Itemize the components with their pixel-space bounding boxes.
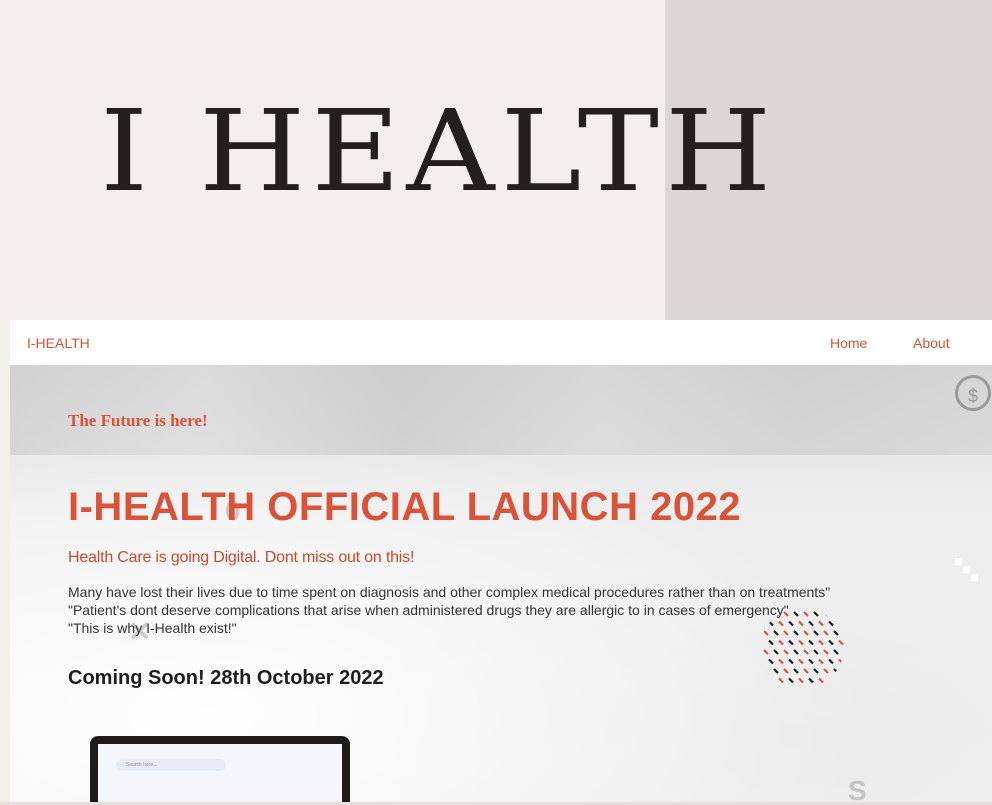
pattern-dash (768, 639, 774, 646)
pattern-dash (808, 620, 814, 627)
pattern-dash (803, 611, 809, 617)
website-preview: I-HEALTH Home About $ 0 ✕ S The Future i… (10, 320, 992, 802)
pattern-dash (818, 658, 824, 665)
laptop-mockup-image: Search here... (90, 736, 350, 802)
pattern-dash (833, 649, 839, 655)
hero-subhead: Health Care is going Digital. Dont miss … (68, 549, 415, 566)
decorative-squares-icon (955, 558, 978, 581)
pattern-dash (773, 630, 779, 636)
navbar: I-HEALTH Home About (10, 320, 992, 365)
pattern-dash (768, 620, 774, 627)
hero-body-line: "Patient's dont deserve complications th… (68, 602, 789, 618)
pattern-dash (768, 658, 774, 665)
pattern-dash (833, 668, 839, 674)
pattern-dash (803, 668, 809, 674)
decorative-dash-pattern (763, 611, 844, 684)
nav-home-link[interactable]: Home (830, 335, 867, 351)
pattern-dash (833, 630, 839, 636)
pattern-dash (808, 677, 814, 684)
pattern-dash (783, 630, 789, 636)
laptop-search-bar: Search here... (116, 759, 226, 771)
hero-body-line: Many have lost their lives due to time s… (68, 584, 831, 600)
pattern-dash (793, 611, 799, 617)
decorative-s-icon: S (848, 775, 867, 802)
pattern-dash (773, 649, 779, 655)
pattern-dash (773, 668, 779, 674)
pattern-dash (783, 649, 789, 655)
pattern-dash (838, 658, 844, 665)
pattern-dash (783, 611, 789, 617)
pattern-dash (818, 639, 824, 646)
pattern-dash (838, 639, 844, 646)
pattern-dash (833, 611, 839, 617)
nav-brand[interactable]: I-HEALTH (27, 335, 90, 351)
pattern-dash (828, 620, 834, 627)
pattern-dash (763, 649, 769, 655)
hero-body: Many have lost their lives due to time s… (68, 583, 830, 637)
hero-body-line: "This is why I-Health exist!" (68, 620, 237, 636)
pattern-dash (808, 658, 814, 665)
pattern-dash (778, 677, 784, 684)
pattern-dash (808, 639, 814, 646)
pattern-dash (798, 620, 804, 627)
pattern-dash (798, 677, 804, 684)
hero-section: $ 0 ✕ S The Future is here! I-HEALTH OFF… (10, 365, 992, 802)
pattern-dash (788, 658, 794, 665)
pattern-dash (778, 620, 784, 627)
pattern-dash (823, 668, 829, 674)
pattern-dash (813, 611, 819, 617)
logo-wordmark: I HEALTH (100, 85, 778, 217)
pattern-dash (793, 668, 799, 674)
pattern-dash (793, 630, 799, 636)
pattern-dash (793, 649, 799, 655)
laptop-screen: Search here... (98, 744, 342, 802)
pattern-dash (788, 620, 794, 627)
hero-tagline: The Future is here! (68, 411, 208, 430)
nav-about-link[interactable]: About (913, 335, 950, 351)
coming-soon-date: Coming Soon! 28th October 2022 (68, 667, 384, 689)
pattern-dash (763, 630, 769, 636)
pattern-dash (838, 677, 844, 684)
dollar-coin-icon: $ (955, 375, 991, 411)
pattern-dash (813, 649, 819, 655)
pattern-dash (828, 658, 834, 665)
pattern-dash (828, 639, 834, 646)
pattern-dash (838, 620, 844, 627)
pattern-dash (818, 677, 824, 684)
pattern-dash (803, 630, 809, 636)
pattern-dash (768, 677, 774, 684)
pattern-dash (788, 677, 794, 684)
pattern-dash (828, 677, 834, 684)
pattern-dash (798, 639, 804, 646)
pattern-dash (823, 649, 829, 655)
pattern-dash (818, 620, 824, 627)
pattern-dash (823, 630, 829, 636)
pattern-dash (763, 668, 769, 674)
pattern-dash (813, 630, 819, 636)
hero-headline: I-HEALTH OFFICIAL LAUNCH 2022 (68, 485, 742, 529)
pattern-dash (813, 668, 819, 674)
hero-background-photo (10, 365, 992, 455)
pattern-dash (778, 658, 784, 665)
pattern-dash (788, 639, 794, 646)
pattern-dash (778, 639, 784, 646)
pattern-dash (798, 658, 804, 665)
pattern-dash (783, 668, 789, 674)
pattern-dash (803, 649, 809, 655)
